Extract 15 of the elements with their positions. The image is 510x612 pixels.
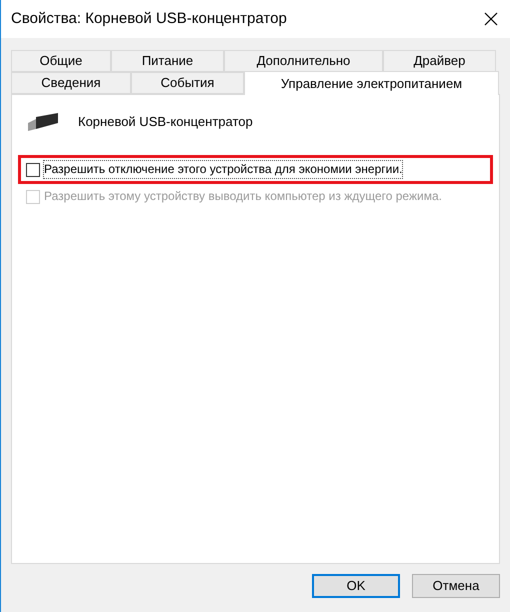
device-name: Корневой USB-концентратор: [78, 113, 253, 132]
tab[interactable]: Управление электропитанием: [244, 71, 499, 95]
tab[interactable]: Драйвер: [383, 50, 496, 72]
usb-plug-icon: [26, 111, 60, 133]
checkbox[interactable]: [26, 163, 40, 177]
tab[interactable]: Общие: [11, 50, 111, 72]
tab[interactable]: События: [131, 72, 244, 94]
tab[interactable]: Дополнительно: [224, 50, 383, 72]
tab[interactable]: Сведения: [11, 72, 131, 94]
close-icon[interactable]: [484, 12, 498, 26]
tab[interactable]: Питание: [111, 50, 224, 72]
checkbox-label[interactable]: Разрешить отключение этого устройства для экономии энергии.: [44, 161, 402, 178]
ok-button[interactable]: OK: [312, 574, 400, 598]
cancel-button[interactable]: Отмена: [412, 574, 500, 598]
window-title: Свойства: Корневой USB-концентратор: [11, 8, 287, 29]
